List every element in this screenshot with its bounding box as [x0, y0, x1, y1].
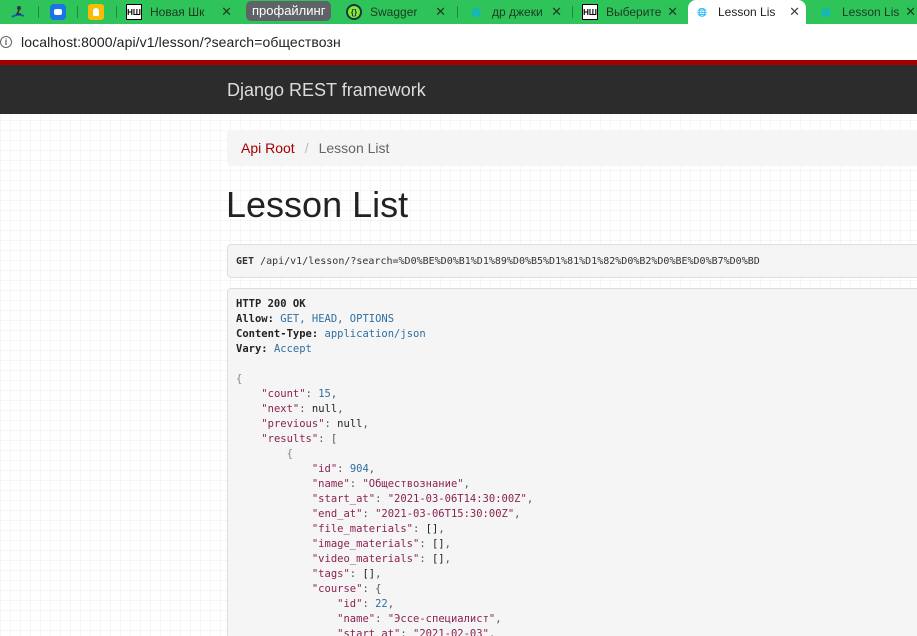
breadcrumb-api-root[interactable]: Api Root [241, 140, 295, 156]
globe-icon: 🌐 [471, 7, 481, 17]
url-text[interactable]: localhost:8000/api/v1/lesson/?search=общ… [21, 34, 341, 50]
json-value: "Обществознание" [362, 478, 464, 490]
tab-title: Lesson Lis [842, 5, 900, 19]
close-icon[interactable]: ✕ [789, 4, 800, 20]
tab-title: Lesson Lis [718, 5, 776, 19]
globe-icon: 🌐 [697, 7, 707, 17]
json-value: 15 [318, 388, 331, 400]
json-key: "tags" [311, 568, 350, 580]
response-status: HTTP 200 OK [236, 298, 306, 310]
json-value: [] [362, 568, 376, 580]
breadcrumb: Api Root / Lesson List [227, 130, 917, 166]
json-key: "video_materials" [311, 553, 420, 565]
tab-keep[interactable] [82, 0, 112, 24]
breadcrumb-current: Lesson List [318, 140, 390, 156]
chat-icon [50, 4, 66, 20]
json-value: [] [431, 553, 445, 565]
json-key: "image_materials" [311, 538, 420, 550]
globe-icon: 🌐 [821, 7, 831, 17]
json-value: 904 [349, 463, 369, 475]
close-icon[interactable]: ✕ [551, 4, 562, 20]
tab-surfer[interactable] [4, 0, 36, 24]
address-bar[interactable]: i localhost:8000/api/v1/lesson/?search=о… [0, 24, 917, 60]
breadcrumb-separator: / [304, 140, 309, 156]
tab-lesson-list[interactable]: 🌐 Lesson Lis ✕ [812, 0, 917, 24]
tab-swagger[interactable]: {} Swagger ✕ [340, 0, 452, 24]
tab-title: др джеки [492, 5, 543, 19]
tab-title: Swagger [370, 5, 418, 19]
json-value: 22 [375, 598, 388, 610]
tab-chat[interactable] [44, 0, 74, 24]
json-value: [] [431, 538, 445, 550]
close-icon[interactable]: ✕ [667, 4, 678, 20]
surfer-icon [10, 4, 26, 20]
json-value: null [311, 403, 338, 415]
tab-new-school[interactable]: НШ Новая Шк ✕ [120, 0, 238, 24]
json-key: "file_materials" [311, 523, 414, 535]
ns-icon: НШ [126, 4, 142, 20]
request-method: GET [236, 255, 255, 267]
tab-dr-jacky[interactable]: 🌐 др джеки ✕ [462, 0, 568, 24]
tab-lesson-list-active[interactable]: 🌐 Lesson Lis ✕ [688, 0, 806, 24]
json-key: "previous" [261, 418, 325, 430]
swagger-icon: {} [346, 4, 362, 20]
header-value: application/json [324, 328, 426, 340]
page-title: Lesson List [226, 184, 409, 225]
info-icon[interactable]: i [0, 36, 12, 48]
json-key: "start_at" [337, 628, 401, 636]
close-icon[interactable]: ✕ [905, 4, 916, 20]
json-key: "end_at" [311, 508, 363, 520]
json-key: "count" [261, 388, 306, 400]
json-value: "2021-03-06T15:30:00Z" [375, 508, 515, 520]
json-key: "start_at" [311, 493, 376, 505]
header-name: Content-Type: [236, 328, 319, 340]
json-key: "id" [337, 598, 363, 610]
header-value: Accept [273, 343, 312, 355]
tab-title: Выберите [606, 5, 662, 19]
response-info: HTTP 200 OK Allow: GET, HEAD, OPTIONS Co… [227, 288, 917, 636]
page-content: Django REST framework Api Root / Lesson … [0, 60, 917, 636]
close-icon[interactable]: ✕ [221, 4, 232, 20]
tab-title: Новая Шк [150, 5, 205, 19]
json-value: "2021-03-06T14:30:00Z" [387, 493, 527, 505]
navbar: Django REST framework [0, 60, 917, 114]
json-value: "Эссе-специалист" [387, 613, 496, 625]
keep-icon [88, 4, 104, 20]
json-value: "2021-02-03" [413, 628, 489, 636]
json-key: "next" [261, 403, 300, 415]
ns-icon: НШ [582, 4, 598, 20]
request-url: /api/v1/lesson/?search=%D0%BE%D0%B1%D1%8… [260, 255, 760, 267]
json-key: "name" [337, 613, 376, 625]
brand-link[interactable]: Django REST framework [227, 80, 426, 101]
json-key: "id" [311, 463, 338, 475]
json-value: [] [425, 523, 439, 535]
close-icon[interactable]: ✕ [435, 4, 446, 20]
header-value: GET, HEAD, OPTIONS [280, 313, 395, 325]
tab-choose[interactable]: НШ Выберите ✕ [576, 0, 684, 24]
browser-tabstrip: НШ Новая Шк ✕ профайлинг {} Swagger ✕ 🌐 … [0, 0, 917, 24]
json-key: "course" [311, 583, 363, 595]
json-value: null [337, 418, 363, 430]
request-info: GET /api/v1/lesson/?search=%D0%BE%D0%B1%… [227, 244, 917, 278]
tab-group-label[interactable]: профайлинг [246, 1, 332, 21]
json-key: "results" [261, 433, 319, 445]
json-key: "name" [311, 478, 350, 490]
header-name: Vary: [236, 343, 268, 355]
header-name: Allow: [236, 313, 274, 325]
